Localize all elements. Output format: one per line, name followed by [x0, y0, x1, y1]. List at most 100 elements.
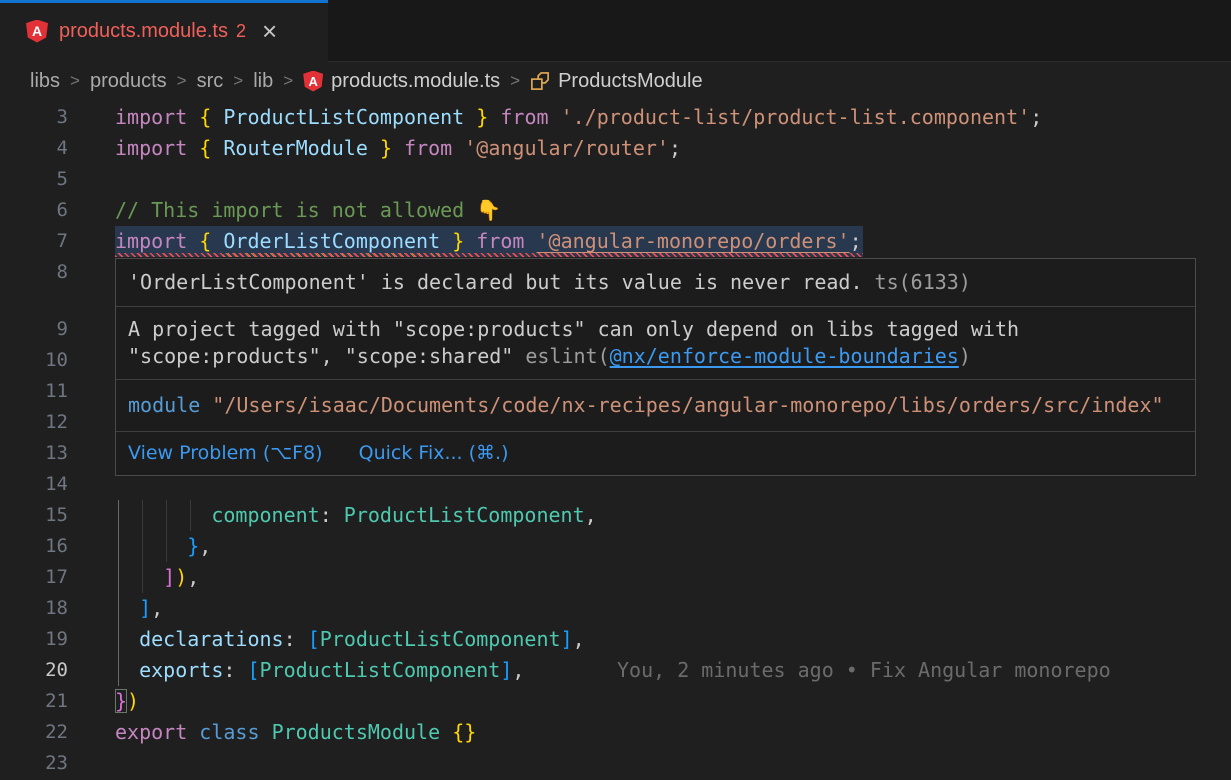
diagnostic-source: ts(6133) [863, 270, 971, 294]
diagnostic-message: 'OrderListComponent' is declared but its… [128, 270, 863, 294]
code-line[interactable]: export class ProductsModule {} [115, 717, 476, 748]
code-token: from [476, 229, 524, 253]
code-token: : [320, 503, 344, 527]
code-line[interactable]: import { RouterModule } from '@angular/r… [115, 133, 681, 164]
code-token [488, 105, 500, 129]
code-token: , [151, 596, 163, 620]
code-line[interactable]: declarations: [ProductListComponent], [115, 624, 585, 655]
code-token: ProductListComponent [260, 658, 501, 682]
code-token: exports [139, 658, 223, 682]
chevron-right-icon: > [177, 71, 187, 91]
diagnostic-eslint: A project tagged with "scope:products" c… [116, 306, 1195, 379]
breadcrumb-item-src[interactable]: src [197, 70, 224, 93]
code-token: } [187, 534, 199, 558]
code-line[interactable]: exports: [ProductListComponent], [115, 655, 524, 686]
breadcrumb-item-products[interactable]: products [90, 70, 167, 93]
module-keyword: module [128, 393, 212, 417]
breadcrumb-item-libs[interactable]: libs [30, 70, 60, 93]
code-line[interactable]: component: ProductListComponent, [115, 500, 597, 531]
angular-letter: A [32, 24, 42, 38]
tab-problems-badge: 2 [236, 21, 246, 42]
code-token: [ [247, 658, 259, 682]
tab-title: products.module.ts [59, 20, 228, 43]
code-token [115, 596, 139, 620]
code-token [452, 136, 464, 160]
code-token: : [284, 627, 308, 651]
angular-icon: A [26, 20, 48, 43]
tab-products-module[interactable]: A products.module.ts 2 × [0, 0, 328, 62]
line-number[interactable]: 21 [0, 686, 68, 717]
code-token: , [187, 565, 199, 589]
code-line[interactable]: }) [115, 686, 139, 717]
quick-fix-action[interactable]: Quick Fix... (⌘.) [359, 442, 509, 464]
code-token [115, 627, 139, 651]
code-token: ) [127, 689, 139, 713]
active-tab-top-border [0, 0, 328, 3]
code-token [368, 136, 380, 160]
code-token: class [199, 720, 259, 744]
code-token [187, 105, 199, 129]
code-token [211, 229, 223, 253]
code-line[interactable]: // This import is not allowed 👇 [115, 195, 501, 226]
module-info: module "/Users/isaac/Documents/code/nx-r… [116, 379, 1195, 431]
code-token: } [476, 105, 488, 129]
code-token: } [115, 689, 127, 713]
line-number[interactable]: 5 [0, 164, 68, 195]
code-token: RouterModule [223, 136, 368, 160]
code-token: , [573, 627, 585, 651]
line-number[interactable]: 19 [0, 624, 68, 655]
code-token: ProductListComponent [320, 627, 561, 651]
code-token: '@angular/router' [464, 136, 669, 160]
code-token: : [223, 658, 247, 682]
line-number[interactable]: 10 [0, 345, 68, 376]
line-number[interactable]: 22 [0, 717, 68, 748]
line-number[interactable]: 12 [0, 407, 68, 438]
eslint-rule-link[interactable]: @nx/enforce-module-boundaries [610, 344, 959, 368]
line-number[interactable]: 7 [0, 226, 68, 257]
code-token: declarations [139, 627, 284, 651]
code-token [211, 136, 223, 160]
line-number[interactable]: 15 [0, 500, 68, 531]
line-number[interactable]: 17 [0, 562, 68, 593]
code-token [115, 503, 211, 527]
code-token: [ [308, 627, 320, 651]
line-number[interactable]: 3 [0, 102, 68, 133]
line-number[interactable]: 23 [0, 748, 68, 779]
code-token: { [199, 105, 211, 129]
line-number[interactable]: 11 [0, 376, 68, 407]
code-line[interactable]: import { ProductListComponent } from './… [115, 102, 1042, 133]
line-number[interactable]: 20 [0, 655, 68, 686]
line-number[interactable]: 4 [0, 133, 68, 164]
code-token: '@angular-monorepo/orders' [537, 229, 850, 253]
code-token: ; [1030, 105, 1042, 129]
code-line[interactable]: }, [115, 531, 211, 562]
line-number[interactable]: 9 [0, 314, 68, 345]
code-line[interactable]: ]), [115, 562, 199, 593]
error-squiggle [115, 253, 863, 257]
code-token: from [404, 136, 452, 160]
code-token [187, 136, 199, 160]
code-token: OrderListComponent [223, 229, 440, 253]
view-problem-action[interactable]: View Problem (⌥F8) [128, 442, 323, 464]
chevron-right-icon: > [70, 71, 80, 91]
code-token [187, 720, 199, 744]
code-line[interactable]: ], [115, 593, 163, 624]
breadcrumb-item-file[interactable]: A products.module.ts [303, 70, 500, 93]
line-number[interactable]: 6 [0, 195, 68, 226]
close-icon[interactable]: × [262, 18, 277, 44]
line-number[interactable]: 16 [0, 531, 68, 562]
code-token: , [512, 658, 524, 682]
code-token [464, 105, 476, 129]
diagnostic-source-prefix: eslint( [513, 344, 609, 368]
line-number[interactable]: 14 [0, 469, 68, 500]
code-token: {} [452, 720, 476, 744]
line-number[interactable]: 13 [0, 438, 68, 469]
breadcrumb-item-symbol[interactable]: ProductsModule [530, 70, 703, 93]
line-number[interactable]: 18 [0, 593, 68, 624]
code-token: 👇 [476, 198, 501, 222]
breadcrumb-item-lib[interactable]: lib [253, 70, 273, 93]
line-number[interactable]: 8 [0, 257, 68, 288]
code-token [115, 658, 139, 682]
code-token [524, 229, 536, 253]
code-token [440, 229, 452, 253]
